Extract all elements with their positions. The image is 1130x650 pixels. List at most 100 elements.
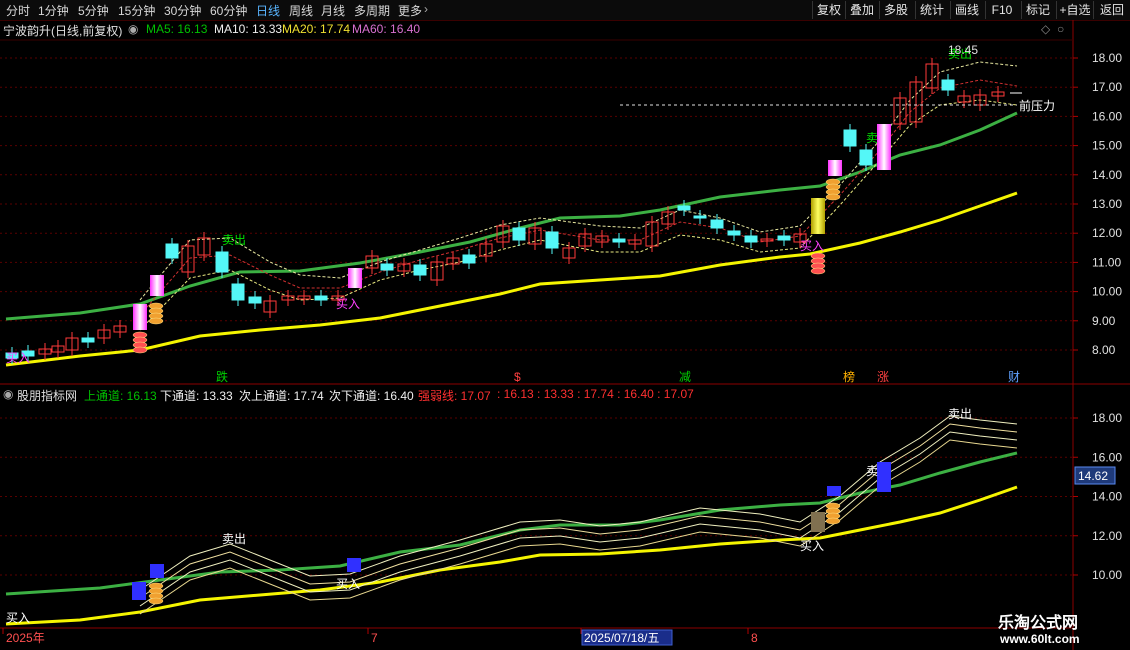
annotation-buy3: 买入: [800, 239, 824, 253]
x-tick-label: 8: [751, 631, 758, 645]
period-tab-60min[interactable]: 60分钟: [210, 2, 247, 19]
candle-body: [248, 296, 262, 304]
sub-signal-bar: [811, 512, 825, 532]
y-tick-label: 15.00: [1092, 139, 1122, 153]
annotation-buy2: 买入: [6, 351, 30, 365]
sub-annotation-s_buy3: 买入: [800, 539, 824, 553]
sub-signal-bar: [877, 462, 891, 492]
candle-body: [215, 251, 229, 273]
lower-channel-label: 下通道: 13.33: [160, 389, 233, 403]
current-price-label: 14.62: [1078, 469, 1108, 483]
candle-body: [677, 205, 691, 211]
y-tick-label: 18.00: [1092, 51, 1122, 65]
candle-body: [413, 264, 427, 276]
chevron-right-icon[interactable]: ›: [424, 2, 428, 16]
y-tick-label: 13.00: [1092, 197, 1122, 211]
y-tick-label: 12.00: [1092, 226, 1122, 240]
sub-annotation-s_m1: 卖: [866, 464, 878, 478]
options-icon[interactable]: ○: [1057, 22, 1064, 36]
signal-candle: [828, 160, 842, 176]
period-tab-weekly[interactable]: 周线: [289, 2, 313, 19]
candle-body: [81, 337, 95, 343]
sub-y-tick-label: 10.00: [1092, 568, 1122, 582]
candle-body: [744, 235, 758, 243]
candle-body: [462, 254, 476, 264]
sub-y-tick-label: 12.00: [1092, 529, 1122, 543]
annotation-resist: 前压力: [1019, 98, 1055, 113]
signal-candle: [150, 275, 164, 296]
coin-stack-icon: [148, 317, 164, 325]
values-label: : 16.13 : 13.33 : 17.74 : 16.40 : 17.07: [497, 387, 694, 401]
sub-y-tick-label: 14.00: [1092, 490, 1122, 504]
period-tab-15min[interactable]: 15分钟: [118, 2, 155, 19]
annotation-m1: 卖: [866, 131, 878, 145]
period-tab-30min[interactable]: 30分钟: [164, 2, 201, 19]
upper-channel-label: 上通道: 16.13: [84, 389, 157, 403]
y-tick-label: 14.00: [1092, 168, 1122, 182]
kline-chart[interactable]: 18.00 17.00 16.00 15.00 14.00 13.00 12.00 11.00…: [0, 20, 1130, 650]
y-tick-label: 11.00: [1092, 255, 1121, 269]
signal-candle: [133, 304, 147, 330]
ma5-label: MA5: 16.13: [146, 22, 208, 36]
period-tab-fenshi[interactable]: 分时: [6, 2, 30, 19]
sub-panel-title: 股朋指标网: [17, 389, 78, 403]
candle-body: [859, 149, 873, 166]
period-tab-monthly[interactable]: 月线: [321, 2, 345, 19]
strength-line: [139, 431, 1018, 607]
event-mark: 跌: [216, 369, 228, 384]
strength-dashed: [139, 79, 1018, 316]
annotation-peak: 18.45: [948, 43, 978, 57]
main-panel-title: 宁波韵升(日线,前复权): [3, 24, 123, 38]
fuquan-button[interactable]: 复权: [812, 1, 845, 19]
sub-signal-bar: [150, 564, 164, 578]
candle-body: [231, 283, 245, 301]
second-lower-channel-line: [139, 423, 1018, 599]
sub-y-tick-label: 18.00: [1092, 411, 1122, 425]
candle-body: [843, 129, 857, 147]
signal-candle: [348, 268, 362, 288]
sub-dropdown-icon[interactable]: ◉: [3, 387, 13, 401]
coin-stack-icon: [825, 517, 841, 525]
event-mark: $: [514, 370, 521, 384]
add-favorite-button[interactable]: +自选: [1056, 1, 1093, 19]
f10-button[interactable]: F10: [985, 1, 1018, 19]
period-tab-5min[interactable]: 5分钟: [78, 2, 109, 19]
band-upper-dashed: [139, 61, 1018, 301]
event-mark: 减: [679, 370, 691, 384]
mark-button[interactable]: 标记: [1021, 1, 1054, 19]
draw-line-button[interactable]: 画线: [950, 1, 983, 19]
period-tab-1min[interactable]: 1分钟: [38, 2, 69, 19]
coin-stack-icon: [810, 267, 826, 275]
ma20-label: MA20: 17.74: [282, 22, 351, 36]
period-tab-multi[interactable]: 多周期: [354, 2, 390, 19]
ma10-label: MA10: 13.33: [214, 22, 283, 36]
period-tab-daily[interactable]: 日线: [256, 2, 280, 19]
candle-body: [693, 215, 707, 219]
candle-body: [777, 235, 791, 241]
multi-stock-button[interactable]: 多股: [879, 1, 912, 19]
statistics-button[interactable]: 统计: [915, 1, 948, 19]
watermark-url: www.60lt.com: [1000, 632, 1080, 646]
sub-annotation-s_sell1: 卖出: [222, 532, 246, 546]
x-tick-label: 2025/07/18/五: [584, 631, 659, 645]
watermark-title: 乐淘公式网: [998, 613, 1079, 632]
strength-line-label: 强弱线: 17.07: [418, 389, 491, 403]
dropdown-icon[interactable]: ◉: [128, 22, 138, 36]
candle-body: [727, 230, 741, 236]
candle-body: [380, 263, 394, 271]
ma60-label: MA60: 16.40: [352, 22, 421, 36]
second-upper-channel-line: [139, 415, 1018, 591]
overlay-button[interactable]: 叠加: [845, 1, 878, 19]
sub-annotation-s_buy2: 买入: [336, 577, 360, 591]
period-tab-more[interactable]: 更多: [398, 2, 422, 19]
sub-y-tick-label: 16.00: [1092, 450, 1122, 464]
diamond-icon[interactable]: ◇: [1041, 22, 1050, 36]
candle-body: [545, 231, 559, 249]
y-tick-label: 17.00: [1092, 80, 1122, 94]
back-button[interactable]: 返回: [1093, 1, 1130, 19]
y-tick-label: 9.00: [1092, 314, 1116, 328]
event-mark: 涨: [877, 369, 889, 384]
sub-signal-bar: [132, 582, 146, 600]
candle-body: [941, 79, 955, 91]
coin-stack-icon: [825, 193, 841, 201]
